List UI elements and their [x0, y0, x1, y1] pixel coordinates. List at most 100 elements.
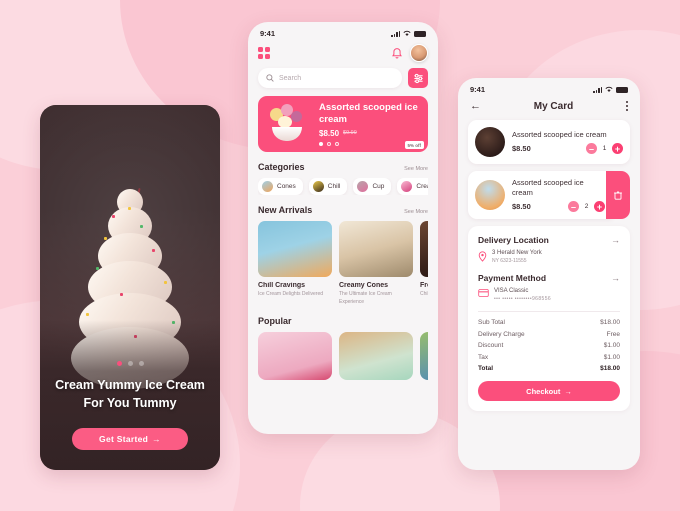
quantity-stepper[interactable]: – 2 + — [568, 201, 605, 213]
cart-phone: 9:41 ← My Card Assorted scooped ice crea… — [458, 78, 640, 470]
filter-button[interactable] — [408, 68, 428, 88]
grid-menu-icon[interactable] — [258, 47, 270, 59]
popular-card[interactable] — [420, 332, 428, 380]
product-title: Chill Cravings — [258, 282, 306, 289]
payment-card[interactable]: VISA Classic ••• ••••• ••••••••968556 — [478, 288, 620, 302]
category-icon — [401, 181, 413, 192]
product-subtitle: The Ultimate Ice Cream Experience — [339, 291, 392, 305]
quantity-stepper[interactable]: – 1 + — [586, 143, 623, 155]
see-more-link[interactable]: See More — [404, 209, 428, 215]
category-chip[interactable]: Cup — [353, 178, 392, 195]
cart-item[interactable]: Assorted scooped ice cream $8.50 – 2 + — [468, 171, 630, 220]
decrease-quantity-button[interactable]: – — [568, 201, 579, 213]
battery-icon — [414, 30, 426, 37]
product-title: Frost — [420, 282, 428, 289]
card-number: ••• ••••• ••••••••968556 — [494, 296, 552, 303]
summary-value: $1.00 — [603, 353, 620, 361]
cart-item-name: Assorted scooped ice cream — [512, 178, 584, 198]
get-started-button[interactable]: Get Started → — [72, 428, 188, 450]
delete-item-button[interactable] — [606, 171, 630, 220]
increase-quantity-button[interactable]: + — [594, 201, 605, 213]
payment-header: Payment Method → — [478, 273, 620, 283]
delivery-arrow-icon[interactable]: → — [611, 235, 620, 245]
product-image — [420, 221, 428, 277]
see-more-link[interactable]: See More — [404, 166, 428, 172]
section-title: Categories — [258, 162, 305, 172]
location-pin-icon — [478, 251, 487, 263]
popular-header: Popular — [258, 316, 428, 326]
status-time: 9:41 — [470, 85, 486, 94]
product-card[interactable]: Frost Chill Ou Scoop — [420, 221, 428, 306]
overflow-menu-icon[interactable] — [625, 101, 628, 111]
summary-label: Sub Total — [478, 319, 505, 327]
delivery-address[interactable]: 3 Herald New York NY 6323-11555 — [478, 250, 620, 264]
bell-icon[interactable] — [391, 47, 403, 60]
total-label: Total — [478, 365, 494, 373]
checkout-panel: Delivery Location → 3 Herald New York NY… — [468, 226, 630, 412]
cart-content: Assorted scooped ice cream $8.50 – 1 + A… — [458, 120, 640, 412]
arrow-right-icon: → — [152, 434, 161, 444]
status-time: 9:41 — [260, 29, 276, 38]
filter-icon — [413, 73, 423, 83]
increase-quantity-button[interactable]: + — [612, 143, 623, 155]
pagination-dot[interactable] — [319, 141, 323, 146]
arrow-right-icon: → — [564, 386, 572, 396]
category-chip[interactable]: Crea — [397, 178, 428, 195]
status-bar: 9:41 — [458, 78, 640, 96]
cart-item[interactable]: Assorted scooped ice cream $8.50 – 1 + — [468, 120, 630, 164]
wifi-icon — [605, 86, 613, 92]
card-name: VISA Classic — [494, 288, 529, 295]
total-value: $18.00 — [600, 365, 620, 373]
onboarding-pagination[interactable] — [40, 361, 220, 366]
promo-illustration — [266, 102, 312, 146]
category-icon — [312, 181, 324, 192]
pagination-dot[interactable] — [327, 141, 331, 146]
summary-row: Tax $1.00 — [478, 354, 620, 361]
pagination-dot[interactable] — [335, 141, 339, 146]
page-title: My Card — [533, 100, 574, 112]
delivery-title: Delivery Location — [478, 235, 549, 246]
summary-value: $1.00 — [603, 342, 620, 350]
product-image — [258, 221, 332, 277]
product-image — [339, 221, 413, 277]
get-started-label: Get Started — [99, 434, 149, 444]
onboarding-phone: Cream Yummy Ice Cream For You Tummy Get … — [40, 105, 220, 470]
payment-arrow-icon[interactable]: → — [611, 273, 620, 283]
summary-label: Delivery Charge — [478, 330, 525, 338]
summary-row: Discount $1.00 — [478, 342, 620, 349]
promo-banner[interactable]: Assorted scooped ice cream $8.50 $9.99 5… — [258, 96, 428, 152]
back-arrow-icon[interactable]: ← — [470, 100, 481, 112]
checkout-label: Checkout — [526, 386, 561, 396]
product-card[interactable]: Chill Cravings Ice Cream Delights Delive… — [258, 221, 332, 306]
popular-card[interactable] — [258, 332, 332, 380]
delivery-header: Delivery Location → — [478, 235, 620, 245]
pagination-dot[interactable] — [127, 361, 133, 366]
promo-price: $8.50 — [319, 128, 340, 138]
credit-card-icon — [478, 289, 489, 298]
trash-icon — [614, 191, 622, 200]
home-topbar — [258, 40, 428, 68]
product-card[interactable]: Creamy Cones The Ultimate Ice Cream Expe… — [339, 221, 413, 306]
battery-icon — [616, 86, 628, 93]
category-label: Crea — [416, 183, 428, 190]
quantity-value: 1 — [602, 145, 607, 153]
pagination-dot[interactable] — [138, 361, 144, 366]
decrease-quantity-button[interactable]: – — [586, 143, 597, 155]
popular-card[interactable] — [339, 332, 413, 380]
cart-item-price: $8.50 — [512, 202, 531, 212]
new-arrivals-list: Chill Cravings Ice Cream Delights Delive… — [258, 221, 428, 306]
signal-icon — [593, 86, 602, 93]
promo-text: Assorted scooped ice cream $8.50 $9.99 — [312, 102, 420, 146]
summary-row: Sub Total $18.00 — [478, 319, 620, 326]
product-subtitle: Ice Cream Delights Delivered — [258, 291, 324, 297]
category-list: Cones Chill Cup Crea — [258, 178, 428, 195]
summary-row: Delivery Charge Free — [478, 331, 620, 338]
category-chip[interactable]: Chill — [308, 178, 348, 195]
search-input[interactable]: Search — [258, 68, 402, 88]
pagination-dot[interactable] — [116, 361, 122, 366]
category-chip[interactable]: Cones — [258, 178, 303, 195]
checkout-button[interactable]: Checkout → — [478, 381, 620, 402]
promo-price-row: $8.50 $9.99 — [319, 129, 420, 138]
summary-label: Tax — [478, 353, 489, 361]
avatar[interactable] — [410, 44, 428, 62]
